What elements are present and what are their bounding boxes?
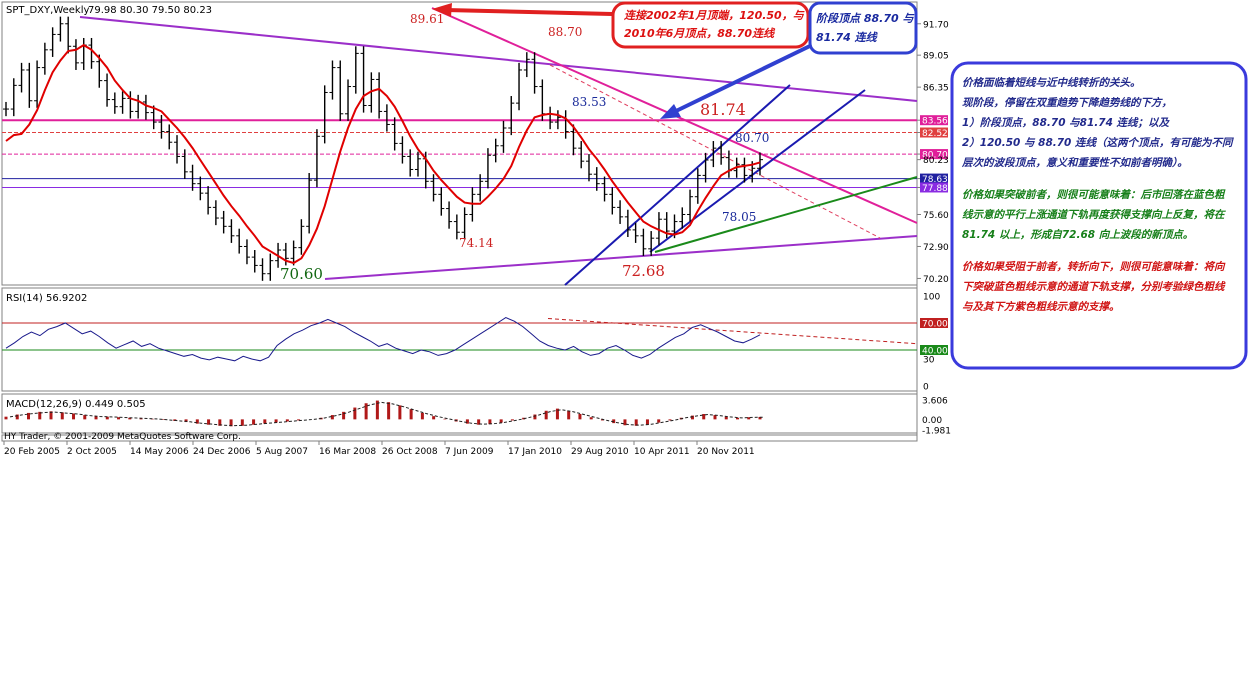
ohlc-values: 79.98 80.30 79.50 80.23 — [88, 5, 212, 16]
note-line: 层次的波段顶点，意义和重要性不如前者明确）。 — [961, 156, 1188, 169]
note-line: 下突破蓝色粗线示意的通道下轨支撑，分别考验绿色粗线 — [962, 280, 1226, 293]
axis-label: 86.35 — [923, 84, 949, 94]
note-line: 1）阶段顶点，88.70 与81.74 连线；以及 — [962, 116, 1171, 129]
x-tick-label: 26 Oct 2008 — [382, 447, 438, 457]
annotation-72-68: 72.68 — [622, 262, 665, 280]
annotation-83-53: 83.53 — [572, 95, 606, 109]
symbol-title: SPT_DXY,Weekly — [6, 5, 90, 16]
note-line: 价格如果突破前者，则很可能意味着：后市回落在蓝色粗 — [962, 188, 1226, 201]
macd-axis-label: 0.00 — [922, 416, 942, 426]
x-tick-label: 24 Dec 2006 — [193, 447, 251, 457]
notes-panel: 价格面临着短线与近中线转折的关头。现阶段，停留在双重趋势下降趋势线的下方， 1）阶… — [950, 61, 1248, 370]
note-line: 与及其下方紫色粗线示意的支撑。 — [962, 300, 1120, 313]
blue-callout-line-1: 阶段顶点 88.70 与 — [816, 12, 914, 25]
annotation-81-74: 81.74 — [700, 100, 746, 119]
chart-canvas: 10070.0040.00300 3.6060.00-1.981 91.7089… — [1, 1, 1248, 457]
axis-label: 72.90 — [923, 243, 949, 253]
axis-label: 89.05 — [923, 52, 949, 62]
rsi-title: RSI(14) 56.9202 — [6, 293, 87, 304]
axis-label: 80.23 — [923, 156, 949, 166]
x-tick-label: 10 Apr 2011 — [634, 447, 690, 457]
note-line: 线示意的平行上涨通道下轨再度获得支撑向上反复，将在 — [962, 208, 1226, 221]
annotation-74-14: 74.14 — [459, 236, 494, 250]
note-line: 81.74 以上，形成自72.68 向上波段的新顶点。 — [962, 228, 1193, 241]
x-tick-label: 17 Jan 2010 — [508, 447, 562, 457]
x-tick-label: 5 Aug 2007 — [256, 447, 308, 457]
rsi-axis-label: 30 — [923, 356, 935, 366]
annotation-70-60: 70.60 — [280, 265, 323, 283]
time-axis-labels: 20 Feb 2005 2 Oct 2005 14 May 2006 24 Dec 2… — [3, 441, 755, 457]
x-tick-label: 14 May 2006 — [130, 447, 189, 457]
blue-callout-line-2: 81.74 连线 — [816, 31, 879, 44]
x-tick-label: 2 Oct 2005 — [67, 447, 117, 457]
copyright-text: HY Trader, © 2001-2009 MetaQuotes Softwa… — [4, 432, 241, 442]
x-tick-label: 20 Nov 2011 — [697, 447, 755, 457]
note-line: 价格面临着短线与近中线转折的关头。 — [962, 76, 1141, 89]
axis-label: 70.20 — [923, 275, 949, 285]
x-tick-label: 16 Mar 2008 — [319, 447, 376, 457]
macd-axis-label: -1.981 — [922, 427, 951, 437]
blue-callout-box — [808, 1, 918, 55]
level-tag-label: 83.56 — [922, 117, 948, 127]
rsi-panel-frame — [1, 287, 918, 392]
macd-title: MACD(12,26,9) 0.449 0.505 — [6, 399, 146, 410]
annotation-88-70: 88.70 — [548, 25, 582, 39]
note-line: 2）120.50 与 88.70 连线（这两个顶点，有可能为不同 — [962, 136, 1234, 149]
price-axis-labels: 91.7089.0586.3583.5682.5280.7080.2378.63… — [917, 20, 949, 285]
x-tick-label: 7 Jun 2009 — [445, 447, 494, 457]
macd-axis-label: 3.606 — [922, 397, 948, 407]
red-callout-line-2: 2010年6月顶点，88.70连线 — [624, 27, 776, 40]
x-tick-label: 29 Aug 2010 — [571, 447, 629, 457]
annotation-80-70: 80.70 — [735, 131, 769, 145]
annotation-89-61: 89.61 — [410, 12, 444, 26]
note-line: 现阶段，停留在双重趋势下降趋势线的下方， — [962, 96, 1172, 109]
x-tick-label: 20 Feb 2005 — [4, 447, 60, 457]
red-callout-line-1: 连接2002年1月顶端，120.50，与 — [624, 9, 805, 22]
rsi-axis-label: 100 — [923, 293, 940, 303]
rsi-axis-label: 0 — [923, 383, 929, 393]
level-tag-label: 82.52 — [922, 129, 948, 139]
annotation-78-05: 78.05 — [722, 210, 756, 224]
note-line: 价格如果受阻于前者，转折向下，则很可能意味着：将向 — [962, 260, 1226, 273]
level-tag-label: 77.88 — [922, 184, 948, 194]
rsi-level-tag-label: 70.00 — [922, 320, 948, 330]
axis-label: 91.70 — [923, 20, 949, 30]
axis-label: 75.60 — [923, 211, 949, 221]
